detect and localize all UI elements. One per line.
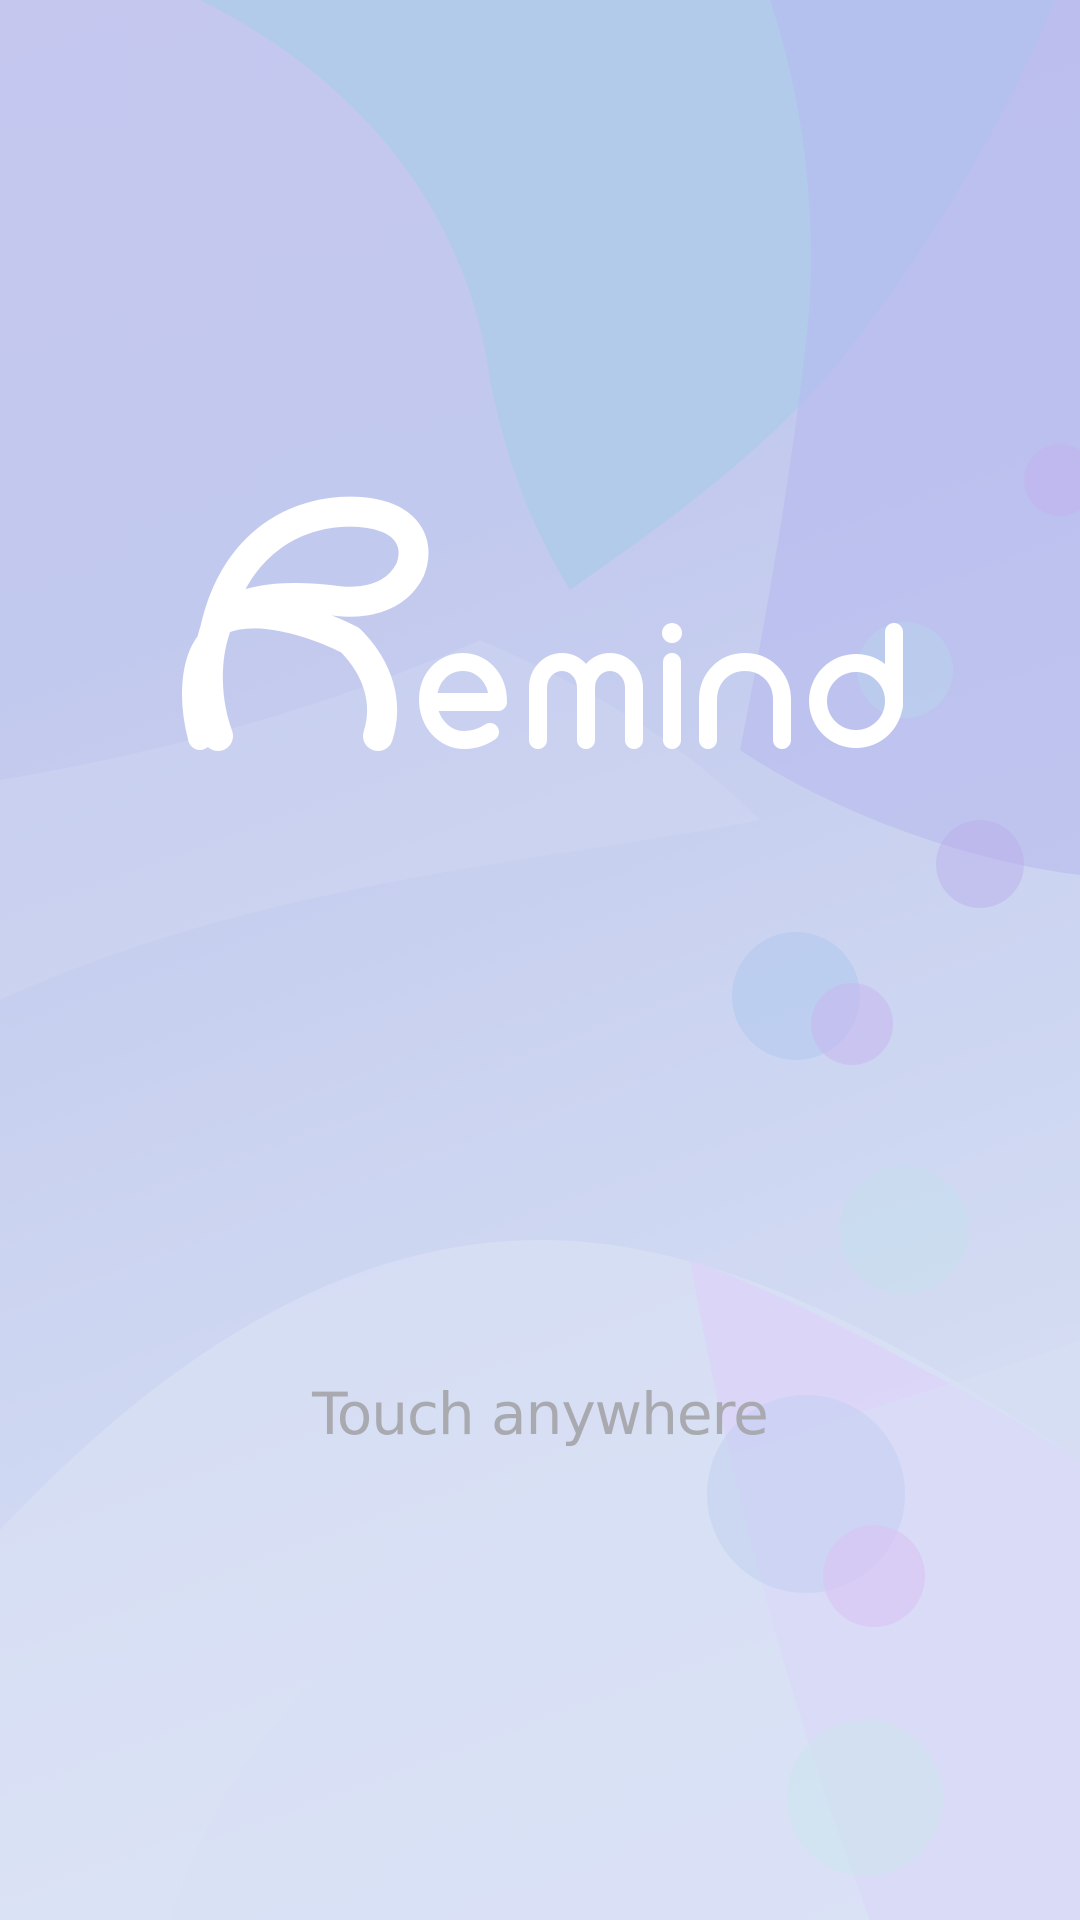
touch-anywhere-prompt: Touch anywhere: [312, 1380, 769, 1448]
bubble: [840, 1166, 968, 1294]
logo-letter-i-dot: [662, 623, 682, 643]
background-decoration: [0, 0, 1080, 1920]
logo-letter-r-leg: [205, 598, 398, 751]
logo-letter-e: [419, 653, 507, 749]
bubble: [936, 820, 1024, 908]
remind-logo: [182, 496, 903, 751]
splash-screen[interactable]: Remind Touch anywhere: [0, 0, 1080, 1920]
logo-letter-d-bowl: [809, 654, 903, 748]
bubble: [823, 1525, 925, 1627]
logo-letter-n: [699, 653, 791, 749]
logo-letter-m: [529, 653, 643, 749]
bubble: [787, 1720, 943, 1876]
bubble: [811, 983, 893, 1065]
